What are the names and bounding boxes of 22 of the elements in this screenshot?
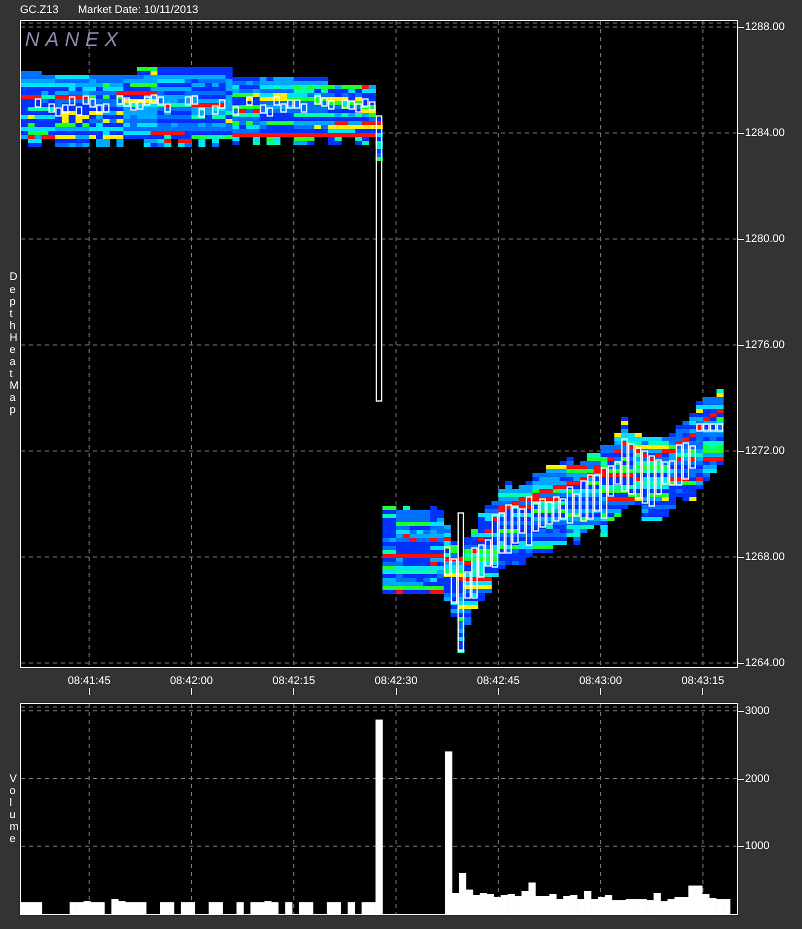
axis-label: 08:42:30: [366, 675, 426, 695]
axis-label: 1000: [745, 839, 770, 854]
axis-label: 08:41:45: [59, 675, 120, 695]
axis-label: 1280.00: [738, 232, 785, 246]
axis-label: 1268.00: [738, 550, 785, 564]
axis-label: 08:43:00: [570, 675, 631, 695]
axis-title: Volume: [8, 772, 16, 846]
axis-label: 08:42:15: [264, 675, 324, 695]
axis-label: 2000: [745, 772, 770, 786]
axis-label: 08:42:00: [161, 675, 222, 695]
axis-label: 08:43:15: [672, 675, 733, 695]
axis-label: 1272.00: [738, 444, 785, 458]
logo-text: NANEX: [25, 28, 124, 53]
axis-label: 1276.00: [738, 338, 785, 352]
axis-label: 3000: [745, 704, 770, 718]
market-date: Market Date: 10/11/2013: [78, 2, 198, 18]
axis-label: 1288.00: [738, 20, 785, 34]
axis-label: 08:42:45: [468, 675, 528, 695]
axis-title: Depth Heat Map: [8, 271, 16, 417]
axis-label: 1264.00: [738, 656, 785, 670]
axis-label: 1284.00: [738, 126, 785, 140]
symbol-label: GC.Z13: [20, 2, 60, 18]
